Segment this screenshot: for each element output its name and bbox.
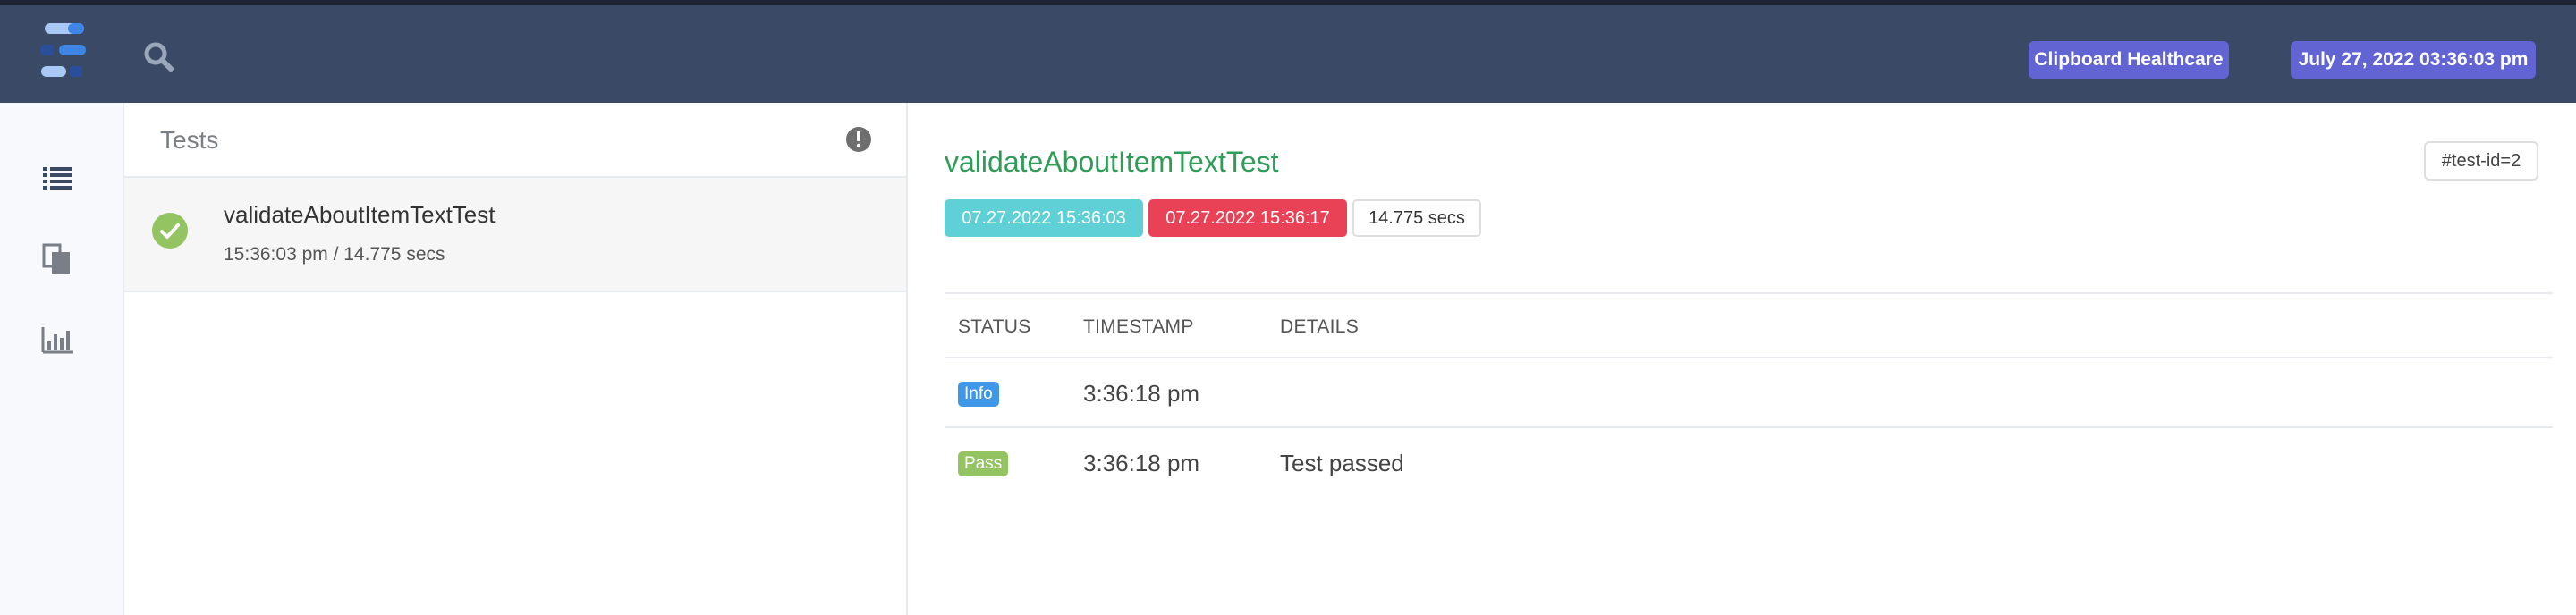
copy-icon [42,243,70,274]
log-details: Test passed [1280,450,1404,476]
log-timestamp: 3:36:18 pm [1083,380,1200,407]
end-time-badge: 07.27.2022 15:36:17 [1148,199,1347,237]
sidebar-item-tests[interactable] [39,160,75,196]
column-header-timestamp: TIMESTAMP [1083,316,1194,337]
test-list-title: Tests [160,126,219,154]
test-detail-panel: validateAboutItemTextTest #test-id=2 07.… [908,103,2576,615]
log-timestamp: 3:36:18 pm [1083,450,1200,476]
top-navbar: Clipboard Healthcare July 27, 2022 03:36… [0,0,2576,103]
test-id-badge: #test-id=2 [2424,141,2538,181]
detail-test-title: validateAboutItemTextTest [945,146,1279,178]
list-icon [43,167,72,190]
test-list-panel: Tests validateAboutItemTextTest 15:36:03… [124,103,908,615]
test-list-header: Tests [124,103,908,178]
status-badge: Info [958,382,999,407]
log-table-header: STATUS TIMESTAMP DETAILS [945,292,2553,357]
test-list-item[interactable]: validateAboutItemTextTest 15:36:03 pm / … [124,178,906,292]
exclamation-icon[interactable] [845,126,872,153]
column-header-details: DETAILS [1280,316,1360,337]
table-row: Pass 3:36:18 pm Test passed [945,426,2553,496]
bar-chart-icon [41,327,73,354]
company-badge: Clipboard Healthcare [2029,41,2229,79]
left-sidebar [0,103,124,615]
table-row: Info 3:36:18 pm [945,357,2553,426]
test-item-name: validateAboutItemTextTest [224,201,496,228]
report-datetime-badge: July 27, 2022 03:36:03 pm [2291,41,2536,79]
report-app: Clipboard Healthcare July 27, 2022 03:36… [0,0,2576,615]
search-icon[interactable] [141,39,177,75]
logo-icon[interactable] [39,21,89,86]
status-badge: Pass [958,451,1009,476]
test-item-meta: 15:36:03 pm / 14.775 secs [224,244,445,265]
sidebar-item-categories[interactable] [39,241,75,277]
duration-badge: 14.775 secs [1352,199,1481,237]
sidebar-item-dashboard[interactable] [39,322,75,358]
start-time-badge: 07.27.2022 15:36:03 [945,199,1143,237]
column-header-status: STATUS [958,316,1031,337]
check-circle-icon [151,212,189,249]
